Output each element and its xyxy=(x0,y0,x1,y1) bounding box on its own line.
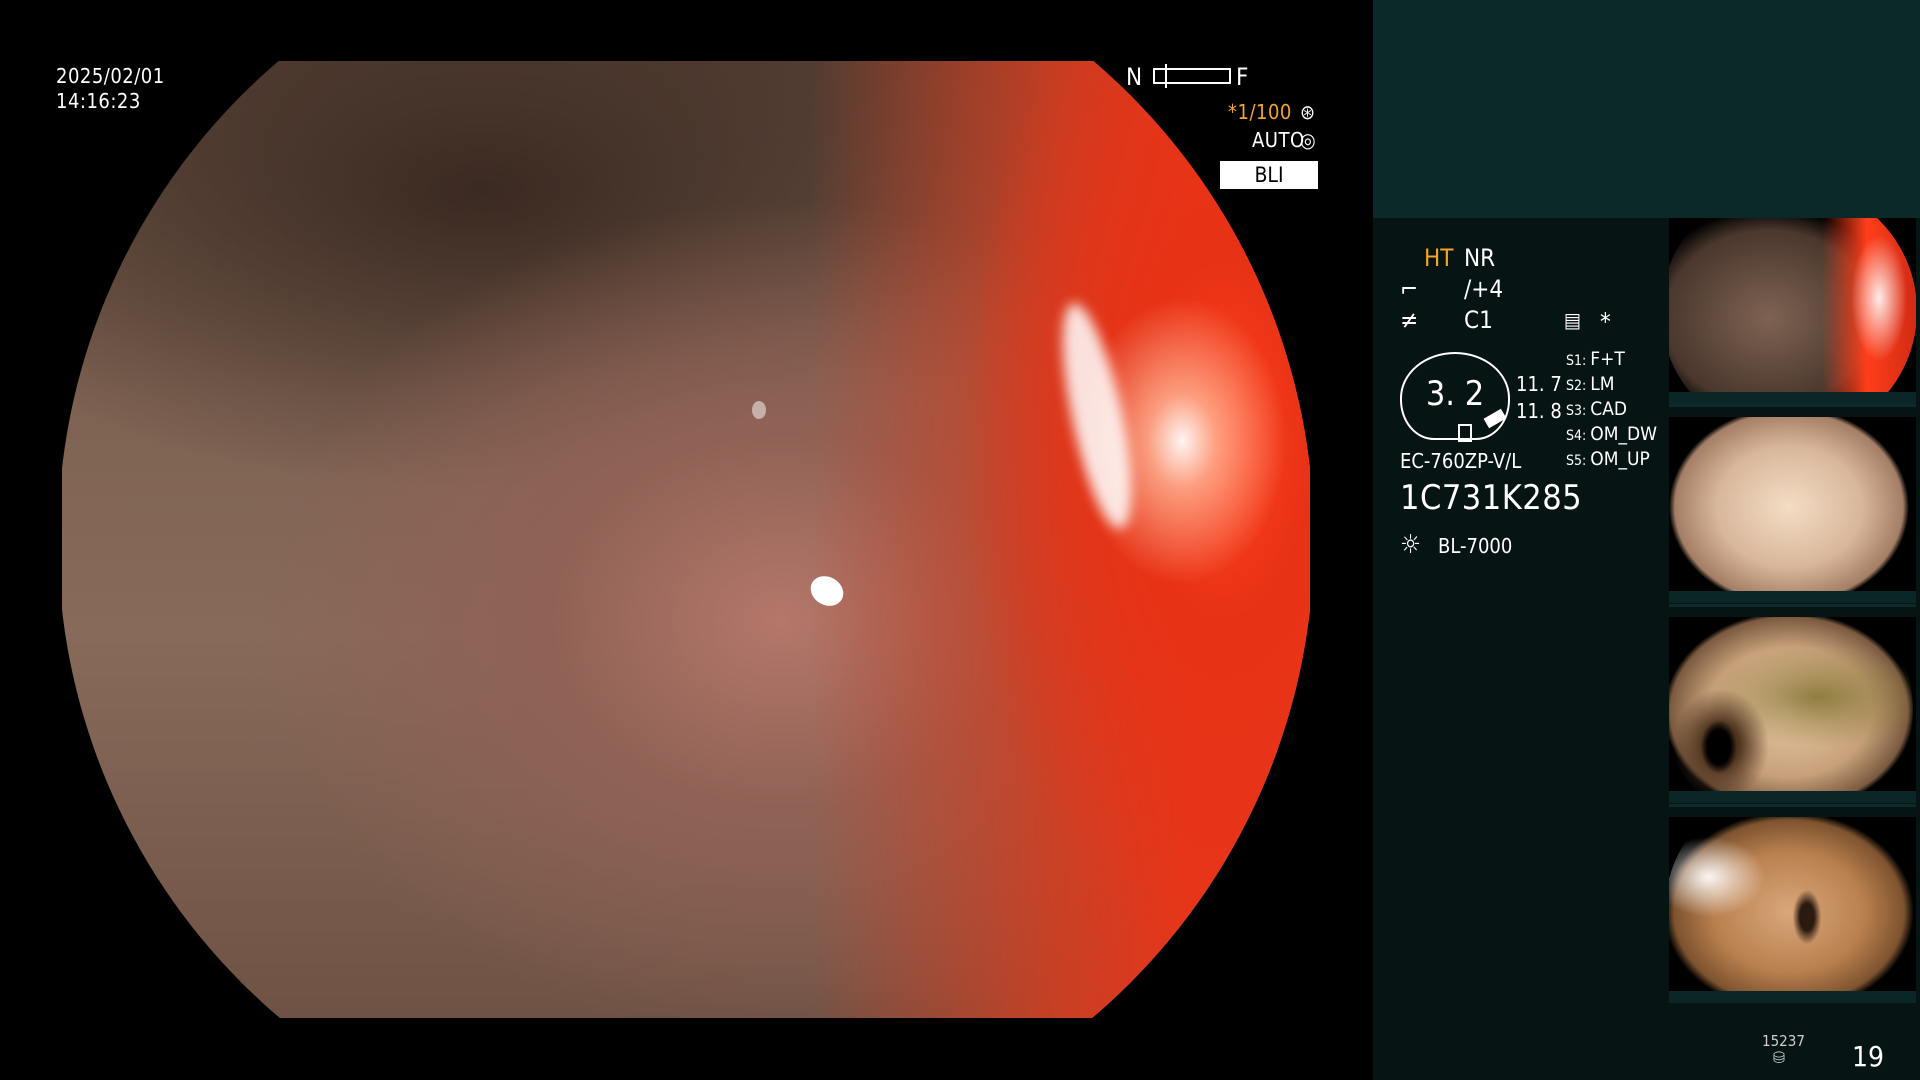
side-value-1: 11. 7 xyxy=(1516,372,1562,396)
settings-list-icon: ▤ xyxy=(1564,308,1582,332)
scope-model: EC-760ZP-V/L xyxy=(1400,449,1522,473)
preset-key: S3: xyxy=(1566,403,1587,419)
thumbnail-image xyxy=(1669,617,1913,803)
preset-key: S4: xyxy=(1566,428,1587,444)
iris-label: AUTO xyxy=(1252,128,1305,152)
preset-key: S1: xyxy=(1566,353,1587,369)
side-value-2: 11. 8 xyxy=(1516,399,1562,423)
thumbnail-divider xyxy=(1669,804,1916,807)
preset-s1: S1: F+T xyxy=(1566,347,1625,374)
capture-thumbnail[interactable] xyxy=(1669,218,1916,404)
enhance-value: /+4 xyxy=(1464,275,1504,303)
light-reflection xyxy=(805,570,849,612)
thumbnail-divider xyxy=(1669,604,1916,607)
capture-thumbnail[interactable] xyxy=(1669,617,1916,803)
preset-value: OM_DW xyxy=(1590,423,1658,445)
mode-badge: BLI xyxy=(1220,161,1318,189)
capture-thumbnail[interactable] xyxy=(1669,417,1916,603)
thumbnail-footer xyxy=(1669,791,1916,803)
preset-s5: S5: OM_UP xyxy=(1566,447,1650,474)
time-label: 14:16:23 xyxy=(56,89,141,113)
light-reflection xyxy=(752,401,766,419)
color-mode-icon: ≠ xyxy=(1400,306,1419,334)
frame-number: 19 xyxy=(1852,1040,1885,1073)
gauge-marker-icon xyxy=(1458,424,1472,442)
preset-s3: S3: CAD xyxy=(1566,397,1627,424)
scale-near-label: N xyxy=(1126,63,1143,91)
light-reflection xyxy=(1048,298,1146,534)
shutter-label: *1/100 xyxy=(1228,100,1292,124)
thumbnail-footer xyxy=(1669,591,1916,603)
ht-label: HT xyxy=(1424,244,1454,272)
thumbnail-image xyxy=(1669,817,1913,1003)
thumbnail-image xyxy=(1669,218,1916,404)
preset-value: F+T xyxy=(1590,348,1625,370)
preset-key: S2: xyxy=(1566,378,1587,394)
endoscope-view xyxy=(0,0,1373,1080)
nr-label: NR xyxy=(1464,244,1496,272)
iris-icon: ◎ xyxy=(1300,128,1317,152)
light-source-label: BL-7000 xyxy=(1438,534,1513,558)
storage-disk-icon: ⛁ xyxy=(1773,1048,1786,1067)
preset-value: CAD xyxy=(1590,398,1628,420)
preset-s2: S2: LM xyxy=(1566,372,1615,399)
preset-value: LM xyxy=(1590,373,1615,395)
preset-key: S5: xyxy=(1566,453,1587,469)
ht-indicator: HT xyxy=(1424,243,1453,273)
asterisk-mark: * xyxy=(1600,308,1611,336)
preset-s4: S4: OM_DW xyxy=(1566,422,1657,449)
light-source-icon: ☼ xyxy=(1400,530,1421,560)
serial-number: 1C731K285 xyxy=(1400,478,1583,518)
thumbnail-image xyxy=(1669,417,1913,603)
scale-far-label: F xyxy=(1236,63,1249,91)
aperture-icon: ⊛ xyxy=(1300,100,1316,124)
endoscope-image xyxy=(62,61,1310,1018)
color-value: C1 xyxy=(1464,306,1493,334)
zoom-gauge-value: 3. 2 xyxy=(1425,374,1485,414)
thumbnail-divider xyxy=(1669,404,1916,407)
panel-header-area xyxy=(1373,0,1920,218)
thumbnail-footer xyxy=(1669,392,1916,404)
focus-scale-marker xyxy=(1165,64,1167,88)
capture-thumbnail[interactable] xyxy=(1669,817,1916,1003)
thumbnail-footer xyxy=(1669,991,1916,1003)
structure-enhance-icon: ⌐ xyxy=(1400,275,1419,303)
preset-value: OM_UP xyxy=(1590,448,1650,470)
date-label: 2025/02/01 xyxy=(56,64,165,88)
